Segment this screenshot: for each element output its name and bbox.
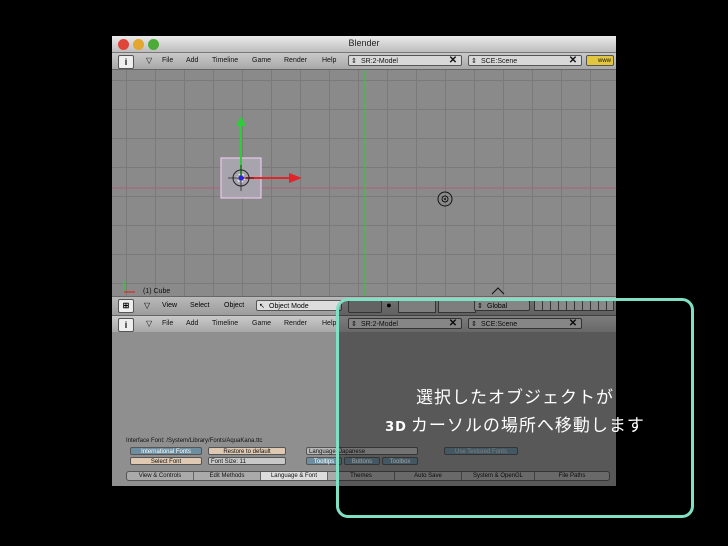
viewport-overlay-svg [112,70,616,296]
menu-add[interactable]: Add [186,57,198,64]
menu-timeline[interactable]: Timeline [212,320,238,327]
menu-render[interactable]: Render [284,57,307,64]
camera-icon [491,287,505,295]
international-fonts-toggle[interactable]: International Fonts [130,447,202,455]
menu-object[interactable]: Object [224,302,244,309]
3d-viewport[interactable]: (1) Cube [112,70,616,296]
select-font-button[interactable]: Select Font [130,457,202,465]
tab-language-font[interactable]: Language & Font [261,472,328,480]
menu-help[interactable]: Help [322,320,336,327]
y-arrow-icon [236,116,246,126]
mode-selector[interactable]: ↖ Object Mode [256,300,342,311]
menu-file[interactable]: File [162,320,173,327]
info-editor-icon[interactable]: i [118,318,134,332]
tab-view-controls[interactable]: View & Controls [127,472,194,480]
menu-game[interactable]: Game [252,320,271,327]
info-header: i ▽ File Add Timeline Game Render Help ⇕… [112,53,616,70]
callout-box: 選択したオブジェクトが 3D カーソルの場所へ移動します [336,298,694,518]
callout-line-1: 選択したオブジェクトが [416,388,614,408]
menu-select[interactable]: Select [190,302,209,309]
cube-origin [238,175,244,181]
font-size-selector[interactable]: Font Size: 11 [208,457,286,465]
delete-scene-icon[interactable]: ✕ [568,55,578,66]
scene-selector[interactable]: ⇕ SCE:Scene [468,55,582,66]
screen-selector[interactable]: ⇕ SR:2-Model [348,55,462,66]
axis-gizmo-icon [122,280,135,293]
menu-add[interactable]: Add [186,320,198,327]
menu-view[interactable]: View [162,302,177,309]
menu-help[interactable]: Help [322,57,336,64]
info-editor-icon[interactable]: i [118,55,134,69]
menu-game[interactable]: Game [252,57,271,64]
callout-line-2-text: カーソルの場所へ移動します [410,416,645,436]
tab-edit-methods[interactable]: Edit Methods [194,472,261,480]
active-object-label: (1) Cube [143,288,171,295]
restore-default-button[interactable]: Restore to default [208,447,286,455]
grid-editor-icon[interactable]: ⊞ [118,299,134,313]
callout-prefix: 3D [385,420,407,435]
delete-screen-icon[interactable]: ✕ [448,55,458,66]
collapse-menu-icon[interactable]: ▽ [146,56,152,65]
window-title: Blender [348,38,380,48]
updown-arrows-icon: ⇕ [351,58,357,65]
menu-file[interactable]: File [162,57,173,64]
collapse-menu-icon[interactable]: ▽ [144,301,150,310]
menu-timeline[interactable]: Timeline [212,57,238,64]
interface-font-label: Interface Font: /System/Library/Fonts/Aq… [126,438,263,444]
blender-logo: www [586,55,614,66]
object-mode-icon: ↖ [259,303,265,310]
collapse-menu-icon[interactable]: ▽ [146,319,152,328]
x-arrow-icon [289,173,302,183]
updown-arrows-icon: ⇕ [471,58,477,65]
title-bar: Blender [112,36,616,53]
callout-line-2: 3D カーソルの場所へ移動します [339,411,691,436]
menu-render[interactable]: Render [284,320,307,327]
